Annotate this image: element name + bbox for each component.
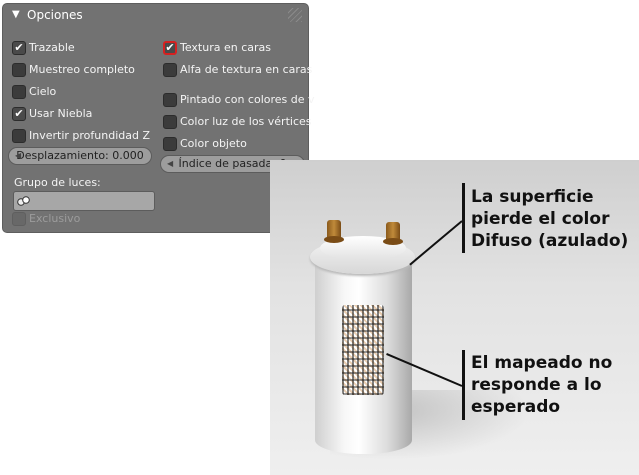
- checkbox-checked-icon[interactable]: ✔: [163, 41, 177, 55]
- decrement-arrow-icon[interactable]: ◀: [15, 148, 21, 164]
- annotation-line: esperado: [471, 397, 561, 417]
- checkbox-checked-icon[interactable]: ✔: [12, 41, 26, 55]
- terminal-left: [324, 220, 344, 243]
- option-label: Color luz de los vértices: [180, 115, 312, 128]
- annotation-bottom: El mapeado no responde a lo esperado: [471, 352, 612, 418]
- resize-grip-icon[interactable]: [288, 8, 302, 22]
- option-label: Exclusivo: [29, 212, 81, 225]
- annotation-bar-bottom: [462, 350, 465, 420]
- option-label: Cielo: [29, 85, 57, 98]
- checkbox-icon[interactable]: [163, 115, 177, 129]
- displacement-value: Desplazamiento: 0.000: [16, 149, 144, 162]
- option-label: Invertir profundidad Z: [29, 129, 150, 142]
- checkbox-icon[interactable]: [12, 212, 26, 226]
- option-label: Usar Niebla: [29, 107, 93, 120]
- checkbox-icon[interactable]: [163, 93, 177, 107]
- annotation-line: La superficie: [471, 187, 594, 207]
- annotation-bar-top: [462, 183, 465, 253]
- checkbox-checked-icon[interactable]: ✔: [12, 107, 26, 121]
- option-label: Muestreo completo: [29, 63, 135, 76]
- displacement-field[interactable]: ◀ Desplazamiento: 0.000: [8, 147, 152, 165]
- texture-label: [342, 305, 384, 395]
- annotation-line: pierde el color: [471, 209, 610, 229]
- decrement-arrow-icon[interactable]: ◀: [167, 156, 173, 172]
- option-label: Textura en caras: [180, 41, 271, 54]
- annotation-line: Difuso (azulado): [471, 231, 629, 251]
- light-group-icon: [17, 196, 30, 206]
- panel-header[interactable]: ▼ Opciones: [3, 4, 308, 26]
- checkbox-icon[interactable]: [12, 85, 26, 99]
- checkbox-icon[interactable]: [12, 129, 26, 143]
- checkbox-icon[interactable]: [12, 63, 26, 77]
- option-label: Alfa de textura en caras: [180, 63, 313, 76]
- option-label: Color objeto: [180, 137, 247, 150]
- terminal-right: [383, 222, 403, 245]
- option-label: Pintado con colores de v: [180, 93, 315, 106]
- collapse-arrow-icon[interactable]: ▼: [12, 4, 20, 26]
- checkbox-icon[interactable]: [163, 137, 177, 151]
- checkbox-icon[interactable]: [163, 63, 177, 77]
- light-group-label: Grupo de luces:: [14, 176, 101, 189]
- annotation-line: responde a lo: [471, 375, 602, 395]
- options-panel: ▼ Opciones ✔ Trazable Muestreo completo …: [3, 4, 315, 232]
- option-label: Trazable: [29, 41, 75, 54]
- annotation-top: La superficie pierde el color Difuso (az…: [471, 186, 628, 252]
- annotation-line: El mapeado no: [471, 353, 613, 373]
- panel-title: Opciones: [27, 8, 83, 22]
- light-group-field[interactable]: [13, 191, 155, 211]
